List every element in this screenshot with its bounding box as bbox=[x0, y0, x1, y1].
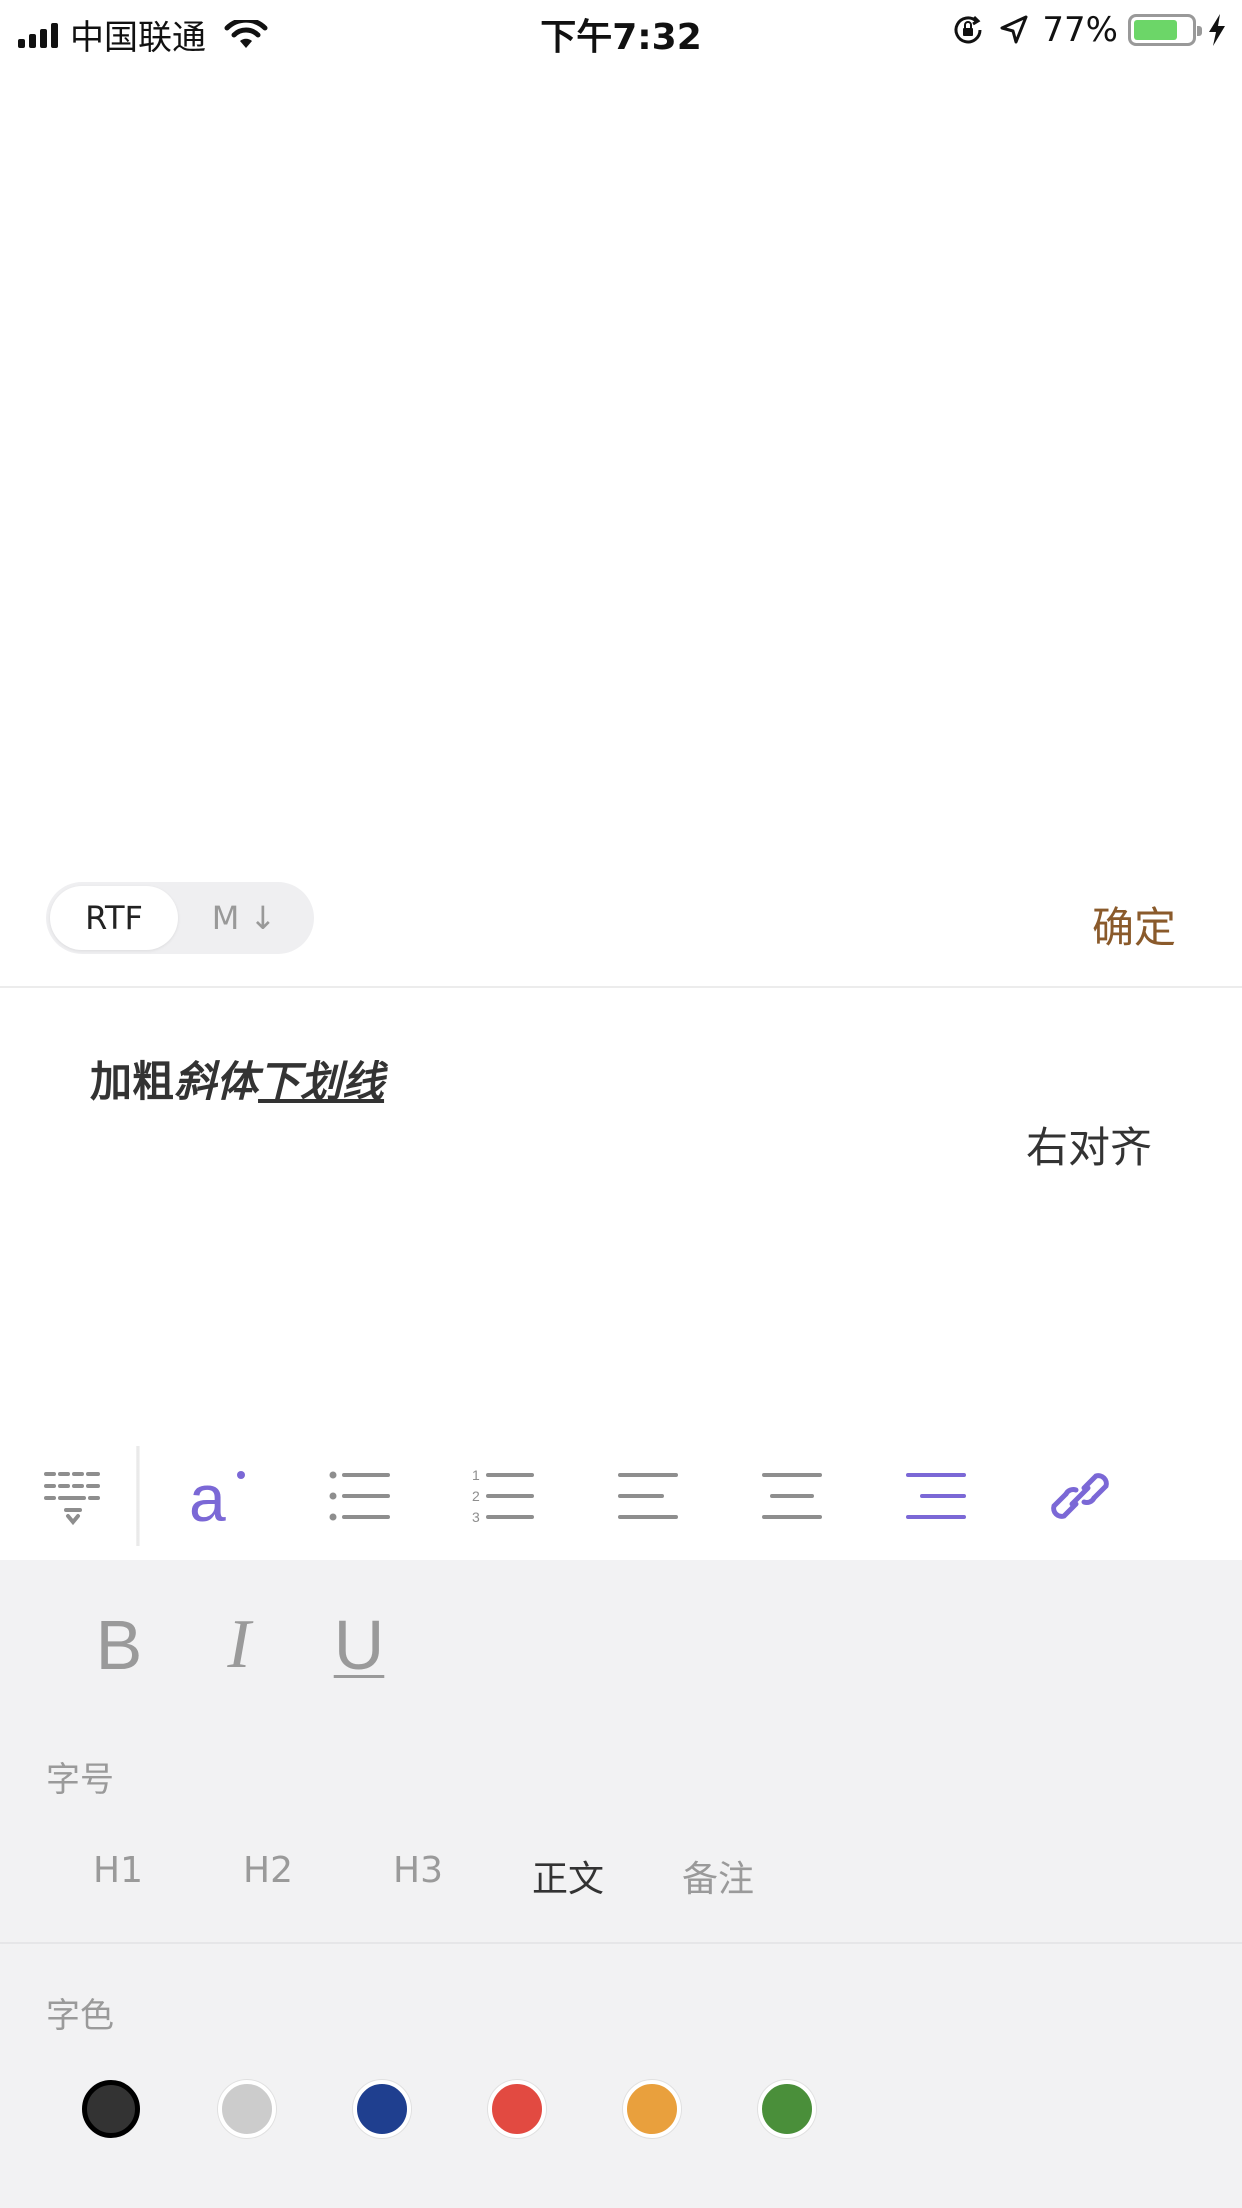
location-arrow-icon bbox=[1000, 15, 1028, 44]
font-size-h1[interactable]: H1 bbox=[58, 1850, 178, 1891]
right-aligned-text: 右对齐 bbox=[1025, 1123, 1152, 1172]
keyboard-toggle-button[interactable] bbox=[32, 1456, 112, 1536]
align-center-button[interactable] bbox=[752, 1456, 832, 1536]
underline-button[interactable]: U bbox=[314, 1600, 404, 1690]
numbered-list-icon: 1 2 3 bbox=[472, 1469, 534, 1523]
align-center-icon bbox=[762, 1473, 822, 1519]
rtf-mode-button[interactable]: RTF bbox=[50, 886, 178, 950]
color-swatch-blue[interactable] bbox=[353, 2080, 411, 2138]
text-style-button[interactable]: a bbox=[176, 1456, 256, 1536]
text-style-icon: a bbox=[189, 1461, 245, 1531]
battery-icon bbox=[1128, 14, 1202, 46]
orientation-lock-icon bbox=[954, 15, 982, 44]
panel-divider bbox=[0, 1942, 1242, 1944]
battery-percent: 77% bbox=[1042, 10, 1118, 50]
align-left-icon bbox=[618, 1473, 678, 1519]
bold-text: 加粗 bbox=[90, 1057, 175, 1106]
status-bar: 中国联通 下午7:32 77% bbox=[0, 0, 1242, 64]
color-swatch-gray[interactable] bbox=[218, 2080, 276, 2138]
color-swatch-orange[interactable] bbox=[623, 2080, 681, 2138]
font-size-body[interactable]: 正文 bbox=[508, 1850, 628, 1902]
align-right-icon bbox=[906, 1473, 966, 1519]
rich-text-editor[interactable]: 加粗斜体下划线 右对齐 bbox=[0, 990, 1242, 1430]
battery-level-fill bbox=[1134, 20, 1178, 40]
font-color-label: 字色 bbox=[46, 1996, 114, 2036]
font-size-h2[interactable]: H2 bbox=[208, 1850, 328, 1891]
bold-button[interactable]: B bbox=[74, 1600, 164, 1690]
italic-text: 斜体 bbox=[174, 1057, 259, 1106]
color-swatch-red[interactable] bbox=[488, 2080, 546, 2138]
format-toolbar: a 1 2 3 bbox=[0, 1432, 1242, 1560]
numbered-list-button[interactable]: 1 2 3 bbox=[464, 1456, 544, 1536]
bullet-list-button[interactable] bbox=[320, 1456, 400, 1536]
svg-text:3: 3 bbox=[472, 1509, 480, 1523]
align-right-button[interactable] bbox=[896, 1456, 976, 1536]
status-right: 77% bbox=[950, 10, 1228, 50]
align-left-button[interactable] bbox=[608, 1456, 688, 1536]
keyboard-icon bbox=[44, 1472, 100, 1526]
toolbar-divider bbox=[136, 1446, 140, 1546]
link-icon bbox=[1051, 1473, 1109, 1519]
font-size-h3[interactable]: H3 bbox=[358, 1850, 478, 1891]
charging-bolt-icon bbox=[1209, 14, 1225, 46]
bullet-list-icon bbox=[329, 1471, 390, 1521]
editor-line-formatted: 加粗斜体下划线 bbox=[90, 1048, 384, 1109]
editor-mode-bar: RTF M ↓ 确定 bbox=[0, 870, 1242, 988]
mode-segmented-control: RTF M ↓ bbox=[46, 882, 314, 954]
color-swatch-green[interactable] bbox=[758, 2080, 816, 2138]
font-size-label: 字号 bbox=[46, 1760, 114, 1800]
font-size-note[interactable]: 备注 bbox=[658, 1850, 778, 1902]
svg-text:a: a bbox=[189, 1461, 226, 1531]
color-swatch-dark[interactable] bbox=[82, 2080, 140, 2138]
confirm-button[interactable]: 确定 bbox=[1092, 894, 1176, 955]
format-panel: B I U 字号 H1 H2 H3 正文 备注 字色 bbox=[0, 1560, 1242, 2208]
svg-text:2: 2 bbox=[472, 1488, 480, 1504]
underline-text: 下划线 bbox=[258, 1057, 385, 1106]
insert-link-button[interactable] bbox=[1040, 1456, 1120, 1536]
markdown-mode-button[interactable]: M ↓ bbox=[178, 886, 310, 950]
italic-button[interactable]: I bbox=[194, 1600, 284, 1690]
svg-text:1: 1 bbox=[472, 1469, 480, 1483]
